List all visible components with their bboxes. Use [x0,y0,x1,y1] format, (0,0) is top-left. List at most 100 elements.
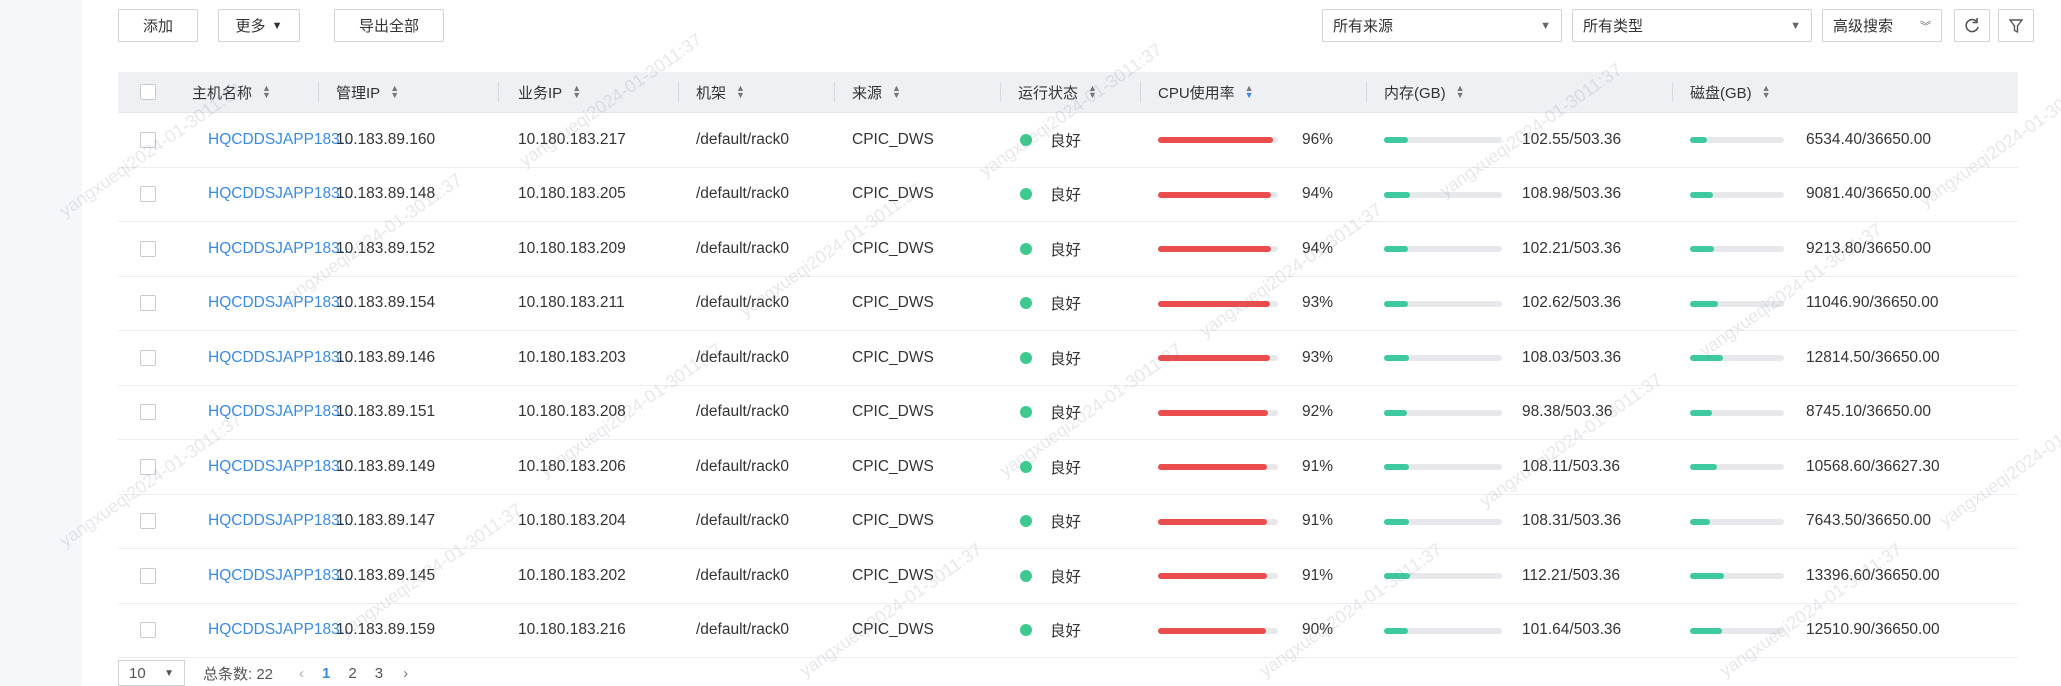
select-all-checkbox[interactable] [140,84,156,100]
row-checkbox[interactable] [140,349,156,366]
memory-usage-bar [1384,627,1502,634]
row-checkbox[interactable] [140,458,156,475]
disk-usage-bar [1690,355,1784,361]
row-checkbox[interactable] [140,131,156,148]
disk-value: 7643.50/36650.00 [1806,512,1931,529]
export-all-button[interactable]: 导出全部 [334,9,444,42]
service-ip: 10.180.183.217 [518,130,626,148]
hostname-link[interactable]: HQCDDSJAPP183... [208,277,353,330]
page-size-select[interactable]: 10 ▼ [118,660,185,686]
row-checkbox[interactable] [140,186,156,202]
col-status-label: 运行状态 [1018,84,1079,102]
source: CPIC_DWS [852,185,934,202]
page-number[interactable]: 1 [322,665,330,682]
rack: /default/rack0 [696,294,790,311]
hostname-link[interactable]: HQCDDSJAPP183... [208,440,353,493]
col-disk[interactable]: 磁盘(GB) ▲ ▼ [1690,72,1771,112]
sort-icon: ▲ ▼ [390,83,400,100]
disk-usage-bar [1690,300,1784,307]
disk-value: 10568.60/36627.30 [1806,457,1940,475]
col-hostname[interactable]: 主机名称 ▲ ▼ [192,72,271,112]
refresh-button[interactable] [1954,9,1990,42]
page-number[interactable]: 2 [348,665,356,682]
disk-value: 6534.40/36650.00 [1806,130,1931,148]
table-row[interactable]: HQCDDSJAPP183... 10.183.89.154 10.180.183.… [118,277,2018,331]
next-page-icon[interactable]: › [403,665,408,682]
table-row[interactable]: HQCDDSJAPP183... 10.183.89.147 10.180.183.… [118,495,2018,549]
col-rack[interactable]: 机架 ▲ ▼ [696,72,745,112]
hostname-link[interactable]: HQCDDSJAPP183... [208,222,353,275]
cpu-usage-value: 94% [1302,185,1334,202]
more-button[interactable]: 更多 ▼ [218,9,300,42]
col-divider [318,82,319,102]
cpu-usage-fill [1158,573,1268,579]
memory-value: 108.98/503.36 [1522,185,1622,202]
row-checkbox[interactable] [140,295,156,311]
table-row[interactable]: HQCDDSJAPP183... 10.183.89.145 10.180.183.… [118,549,2018,604]
col-service-ip[interactable]: 业务IP ▲ ▼ [518,72,581,112]
status-cell: 良好 [1020,277,1081,330]
cpu-usage-value: 91% [1302,512,1334,529]
cpu-usage-fill [1158,627,1266,634]
service-ip: 10.180.183.202 [518,566,626,584]
table-row[interactable]: HQCDDSJAPP183... 10.183.89.152 10.180.183.… [118,222,2018,277]
mgmt-ip: 10.183.89.145 [336,566,436,584]
type-filter-select[interactable]: 所有类型 ▼ [1572,9,1812,42]
table-row[interactable]: HQCDDSJAPP183... 10.183.89.159 10.180.183.… [118,604,2018,658]
cpu-usage-bar [1158,627,1278,634]
row-checkbox[interactable] [140,240,156,257]
table-row[interactable]: HQCDDSJAPP183... 10.183.89.160 10.180.183.… [118,113,2018,168]
advanced-search-button[interactable]: 高级搜索 ︾ [1822,9,1942,42]
col-source[interactable]: 来源 ▲ ▼ [852,72,901,112]
status-text: 良好 [1050,623,1082,640]
table-row[interactable]: HQCDDSJAPP183... 10.183.89.149 10.180.183.… [118,440,2018,495]
hostname-link[interactable]: HQCDDSJAPP183... [208,331,353,384]
page-size-value: 10 [129,664,146,682]
table-row[interactable]: HQCDDSJAPP183... 10.183.89.148 10.180.183.… [118,168,2018,222]
rack: /default/rack0 [696,403,790,420]
disk-usage-bar [1690,246,1784,252]
cpu-usage-fill [1158,518,1268,525]
cpu-usage-fill [1158,409,1269,416]
col-cpu[interactable]: CPU使用率 ▲ ▼ [1158,72,1254,112]
col-memory[interactable]: 内存(GB) ▲ ▼ [1384,72,1465,112]
status-text: 良好 [1050,241,1082,259]
add-button[interactable]: 添加 [118,9,198,42]
table-row[interactable]: HQCDDSJAPP183... 10.183.89.151 10.180.183.… [118,386,2018,440]
status-dot-icon [1020,624,1032,636]
page-number[interactable]: 3 [375,665,383,682]
status-text: 良好 [1050,296,1082,313]
memory-usage-fill [1384,518,1410,525]
hostname-link[interactable]: HQCDDSJAPP183... [208,113,353,166]
row-checkbox[interactable] [140,513,156,529]
memory-usage-fill [1384,137,1409,143]
filter-icon [2008,18,2024,33]
memory-usage-fill [1384,355,1410,361]
cpu-usage-value: 94% [1302,239,1334,257]
hostname-link[interactable]: HQCDDSJAPP183... [208,604,353,657]
col-mgmt-ip[interactable]: 管理IP ▲ ▼ [336,72,399,112]
disk-usage-fill [1690,573,1725,579]
hostname-link[interactable]: HQCDDSJAPP183... [208,386,353,439]
col-status[interactable]: 运行状态 ▲ ▼ [1018,72,1097,112]
filter-button[interactable] [1998,9,2034,42]
row-checkbox[interactable] [140,622,156,638]
status-dot-icon [1020,351,1032,364]
row-checkbox[interactable] [140,567,156,584]
table-row[interactable]: HQCDDSJAPP183... 10.183.89.146 10.180.183.… [118,331,2018,386]
col-cpu-label: CPU使用率 [1158,84,1235,102]
hostname-link[interactable]: HQCDDSJAPP183... [208,495,353,548]
service-ip: 10.180.183.203 [518,348,626,366]
hostname-link[interactable]: HQCDDSJAPP183... [208,168,353,221]
source-filter-select[interactable]: 所有来源 ▼ [1322,9,1562,42]
mgmt-ip: 10.183.89.160 [336,130,436,148]
hostname-link[interactable]: HQCDDSJAPP183... [208,549,353,602]
caret-down-icon: ▼ [271,19,283,32]
pagination: 10 ▼ 总条数: 22 ‹ 123 › [118,660,408,686]
disk-usage-fill [1690,518,1710,525]
row-select-cell [140,168,156,221]
cpu-usage-fill [1158,464,1268,470]
status-text: 良好 [1050,459,1082,477]
row-checkbox[interactable] [140,404,156,420]
status-dot-icon [1020,515,1032,527]
